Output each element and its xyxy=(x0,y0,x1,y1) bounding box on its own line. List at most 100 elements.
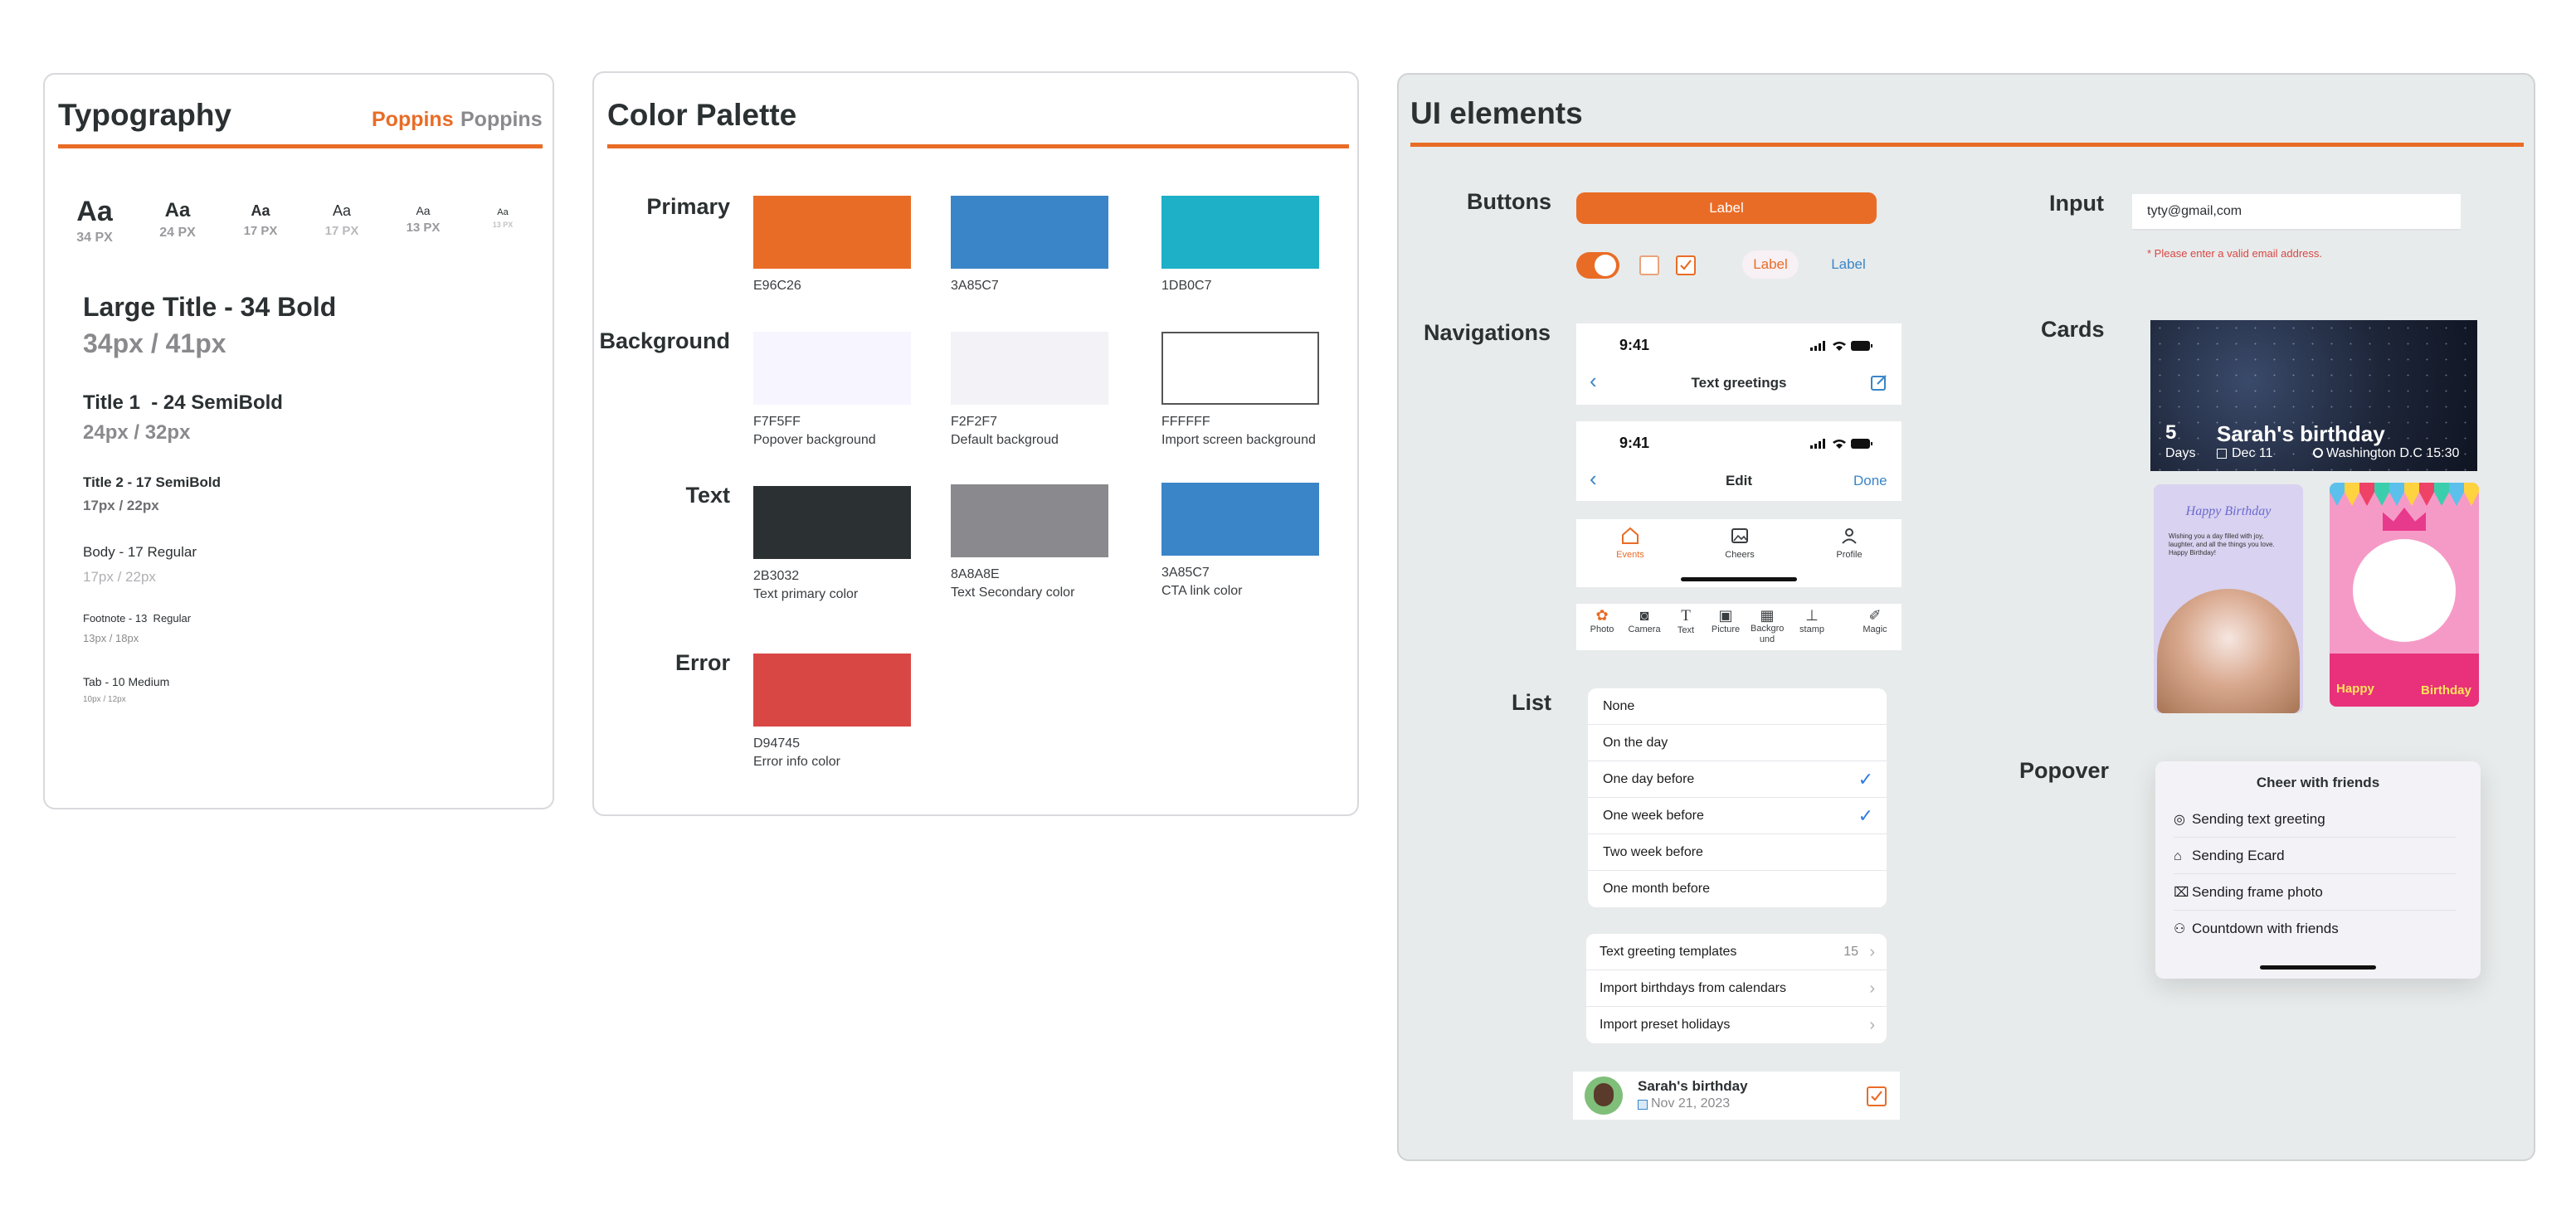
popover-item-label: Sending frame photo xyxy=(2192,884,2323,900)
ecard-happy: Happy xyxy=(2336,682,2374,696)
tab-label: Profile xyxy=(1836,550,1863,560)
toolbar-stamp[interactable]: ⊥ stamp xyxy=(1795,607,1829,634)
tab-events[interactable]: Events xyxy=(1609,526,1651,560)
section-buttons: Buttons xyxy=(1467,189,1551,214)
list-item[interactable]: One month before xyxy=(1588,871,1887,907)
swatch-desc: Default backgroud xyxy=(951,433,1059,447)
tab-label: Cheers xyxy=(1725,550,1755,560)
countdown-days-number: 5 xyxy=(2165,421,2177,444)
contact-row[interactable]: Sarah's birthday Nov 21, 2023 xyxy=(1573,1072,1900,1120)
swatch-hex: D94745 xyxy=(753,736,801,751)
toolbar-photo[interactable]: ✿ Photo xyxy=(1588,607,1616,634)
tab-cheers[interactable]: Cheers xyxy=(1719,526,1760,560)
email-field[interactable]: tyty@gmail,com xyxy=(2132,194,2461,231)
primary-button[interactable]: Label xyxy=(1576,192,1877,224)
typography-rule xyxy=(58,144,543,148)
card-name: Sarah's birthday xyxy=(2217,421,2385,446)
type-sample-24: Aa xyxy=(164,199,191,221)
avatar-face xyxy=(1594,1083,1614,1106)
list-item-label: Import birthdays from calendars xyxy=(1600,981,1786,995)
list-item[interactable]: Text greeting templates 15 › xyxy=(1586,934,1887,970)
checkmark-icon: ✓ xyxy=(1858,769,1873,790)
list-item[interactable]: None xyxy=(1588,688,1887,725)
font-name-secondary: Poppins xyxy=(460,108,543,131)
section-list: List xyxy=(1512,690,1552,715)
color-palette-panel: Color Palette Primary E96C26 3A85C7 1DB0… xyxy=(592,71,1359,816)
list-item[interactable]: On the day xyxy=(1588,725,1887,761)
contact-name: Sarah's birthday xyxy=(1638,1078,1748,1094)
editor-toolbar: ✿ Photo ◙ Camera T Text ▣ Picture ▦ Backgro u… xyxy=(1576,604,1902,650)
plain-button[interactable]: Label xyxy=(1820,250,1877,279)
toolbar-label: Text xyxy=(1677,625,1695,635)
toggle-switch[interactable] xyxy=(1576,252,1619,279)
countdown-card[interactable]: 5 Days Sarah's birthday Dec 11 Washingto… xyxy=(2150,320,2477,471)
popover-item[interactable]: ⌧ Sending frame photo xyxy=(2174,874,2456,911)
chevron-right-icon: › xyxy=(1869,943,1875,961)
done-button[interactable]: Done xyxy=(1853,473,1887,489)
popover-item-label: Countdown with friends xyxy=(2192,921,2339,936)
list-item-label: One month before xyxy=(1603,882,1710,896)
toggle-knob xyxy=(1595,255,1616,276)
type-size-17b: 17 PX xyxy=(324,224,359,238)
type-size-24: 24 PX xyxy=(159,226,196,240)
battery-icon xyxy=(1850,341,1872,351)
popover-item[interactable]: ⚇ Countdown with friends xyxy=(2174,911,2456,947)
checkbox-unchecked[interactable] xyxy=(1639,255,1659,275)
home-icon xyxy=(1622,527,1639,544)
list-item-label: Two week before xyxy=(1603,845,1703,859)
bunting-decoration xyxy=(2330,483,2479,506)
compose-icon[interactable] xyxy=(1870,373,1888,396)
palette-title: Color Palette xyxy=(607,98,797,132)
toolbar-text[interactable]: T Text xyxy=(1674,607,1697,635)
calendar-icon xyxy=(1638,1100,1648,1110)
checkbox-checked[interactable] xyxy=(1676,255,1696,275)
swatch-desc: Text Secondary color xyxy=(951,586,1075,600)
toolbar-magic[interactable]: ✐ Magic xyxy=(1858,607,1892,634)
swatch-text-1 xyxy=(753,486,911,559)
typography-title: Typography xyxy=(58,98,231,132)
style-footnote-spec: 13px / 18px xyxy=(83,632,139,644)
list-item[interactable]: Import birthdays from calendars › xyxy=(1586,970,1887,1007)
toolbar-camera[interactable]: ◙ Camera xyxy=(1628,607,1661,634)
swatch-hex: 3A85C7 xyxy=(951,279,999,293)
type-sample-17a: Aa xyxy=(251,202,270,219)
card-date: Dec 11 xyxy=(2232,446,2273,460)
tab-label: Events xyxy=(1616,550,1644,560)
ecard-party[interactable]: Happy Birthday xyxy=(2330,483,2479,707)
popover-item[interactable]: ◎ Sending text greeting xyxy=(2174,801,2456,838)
swatch-primary-3 xyxy=(1161,196,1319,269)
toolbar-label: Magic xyxy=(1863,625,1887,634)
toolbar-background[interactable]: ▦ Backgro und xyxy=(1751,607,1784,645)
wifi-icon xyxy=(1833,440,1847,449)
countdown-days-label: Days xyxy=(2165,446,2196,460)
list-item[interactable]: One week before ✓ xyxy=(1588,798,1887,834)
status-icons xyxy=(1810,438,1872,453)
palette-rule xyxy=(607,144,1349,148)
checkbox-checked[interactable] xyxy=(1867,1086,1887,1106)
list-item-label: One day before xyxy=(1603,772,1695,786)
popover-item[interactable]: ⌂ Sending Ecard xyxy=(2174,838,2456,874)
style-large-title: Large Title - 34 Bold xyxy=(83,292,337,322)
frame-photo-icon: ⌧ xyxy=(2174,886,2189,900)
tab-profile[interactable]: Profile xyxy=(1829,526,1870,560)
status-time: 9:41 xyxy=(1619,435,1650,451)
contact-date: Nov 21, 2023 xyxy=(1651,1096,1731,1111)
font-name-primary: Poppins xyxy=(372,108,454,131)
list-item-label: None xyxy=(1603,699,1635,713)
links-list: Text greeting templates 15 › Import birthd… xyxy=(1586,934,1887,1043)
input-error-text: * Please enter a valid email address. xyxy=(2147,247,2323,260)
ecard-cupcake[interactable]: Happy Birthday Wishing you a day filled … xyxy=(2154,484,2303,713)
toolbar-label: Photo xyxy=(1590,625,1614,634)
status-icons xyxy=(1810,340,1872,355)
signal-icon xyxy=(1810,341,1825,351)
list-item[interactable]: Import preset holidays › xyxy=(1586,1007,1887,1043)
list-item[interactable]: Two week before xyxy=(1588,834,1887,871)
tinted-button[interactable]: Label xyxy=(1742,250,1799,279)
photo-frame-circle xyxy=(2353,539,2456,642)
section-popover: Popover xyxy=(2019,758,2110,783)
chevron-right-icon: › xyxy=(1869,979,1875,998)
type-sample-13a: Aa xyxy=(416,204,431,217)
list-item[interactable]: One day before ✓ xyxy=(1588,761,1887,798)
toolbar-picture[interactable]: ▣ Picture xyxy=(1709,607,1742,634)
swatch-desc: Text primary color xyxy=(753,587,859,601)
